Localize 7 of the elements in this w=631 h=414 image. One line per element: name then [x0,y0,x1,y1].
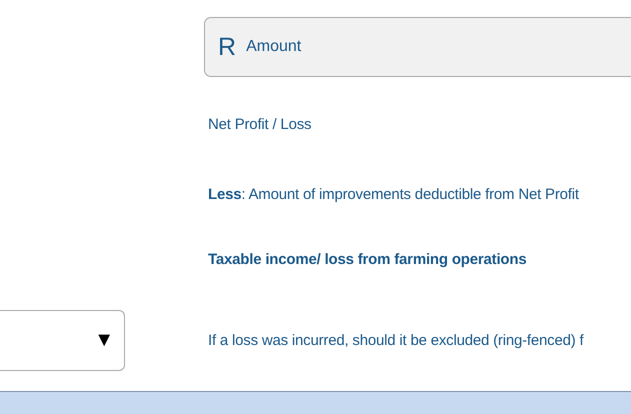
currency-symbol: R [218,34,236,60]
question-text: If a loss was incurred, should it be excluded (ring-fenced) f [207,332,585,348]
dropdown[interactable]: ▼ [0,310,125,370]
field-label: Less: Amount of improvements deductible from Net Profit [207,186,580,202]
field-label: Net Profit / Loss [207,116,312,132]
field-label: Taxable income/ loss from farming operations [207,250,528,268]
amount-label: Amount [246,38,302,56]
